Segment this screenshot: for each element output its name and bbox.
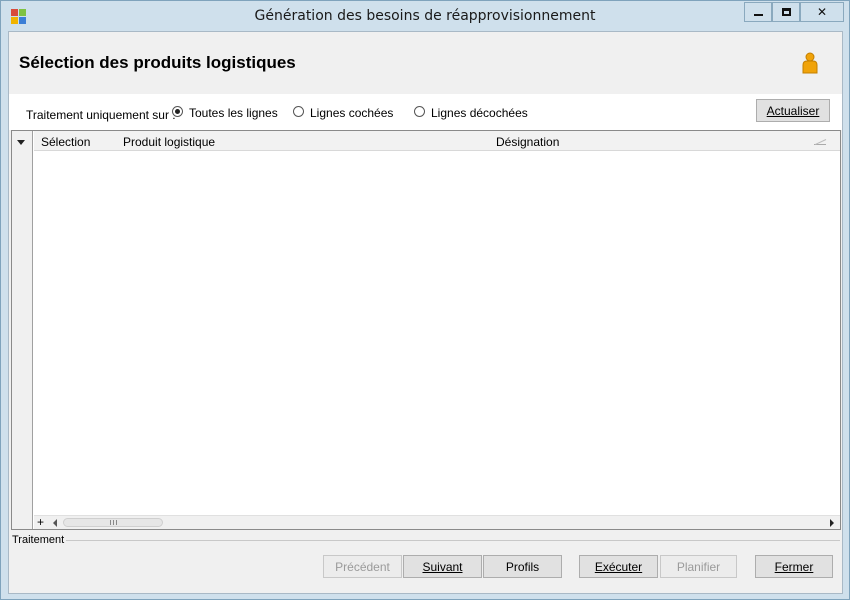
radio-unchecked-lines[interactable]: Lignes décochées [414,105,528,120]
next-label: Suivant [422,559,463,574]
radio-label: Toutes les lignes [189,106,278,120]
minimize-button[interactable] [744,2,772,22]
filter-label: Traitement uniquement sur : [26,108,176,122]
previous-label: Précédent [335,559,390,574]
column-chooser-icon[interactable] [17,140,25,145]
close-icon: ✕ [816,5,828,19]
user-icon[interactable] [801,52,819,74]
execute-label: Exécuter [594,559,643,574]
radio-label: Lignes décochées [431,106,528,120]
close-window-button[interactable]: ✕ [800,2,844,22]
profiles-label: Profils [505,559,540,574]
close-button[interactable]: Fermer [755,555,833,578]
page-title: Sélection des produits logistiques [19,53,296,72]
title-bar[interactable]: Génération des besoins de réapprovisionn… [1,1,849,31]
page-header: Sélection des produits logistiques [9,32,842,94]
scroll-left-icon[interactable] [53,519,57,527]
app-window: Génération des besoins de réapprovisionn… [0,0,850,600]
close-label: Fermer [774,559,814,574]
schedule-button[interactable]: Planifier [660,555,737,578]
refresh-button[interactable]: Actualiser [756,99,830,122]
maximize-icon [781,8,791,16]
processing-label: Traitement [12,534,65,546]
scrollbar-thumb[interactable] [63,518,163,527]
radio-all-lines[interactable]: Toutes les lignes [172,105,278,120]
grid-row-header[interactable] [12,131,33,529]
processing-group: Traitement Précédent Suivant Profils Exé… [9,532,842,594]
radio-unchecked-icon [293,105,304,117]
dialog-body: Sélection des produits logistiques Trait… [8,31,843,594]
scroll-right-icon[interactable] [830,519,834,527]
window-title: Génération des besoins de réapprovisionn… [254,8,596,24]
column-header-selection[interactable]: Sélection [41,135,90,149]
sort-indicator-icon [814,139,826,145]
grid-header: Sélection Produit logistique Désignation [34,131,840,151]
radio-checked-lines[interactable]: Lignes cochées [293,105,394,120]
group-divider [66,540,840,541]
products-grid[interactable]: Sélection Produit logistique Désignation… [11,130,841,530]
maximize-button[interactable] [772,2,800,22]
horizontal-scrollbar[interactable]: + [34,515,840,529]
radio-unchecked-icon [414,105,425,117]
radio-label: Lignes cochées [310,106,394,120]
execute-button[interactable]: Exécuter [579,555,658,578]
column-header-designation[interactable]: Désignation [496,135,559,149]
schedule-label: Planifier [676,559,721,574]
column-header-product[interactable]: Produit logistique [123,135,215,149]
minimize-icon [753,14,763,16]
previous-button[interactable]: Précédent [323,555,402,578]
radio-checked-icon [172,105,183,117]
add-row-icon[interactable]: + [37,515,44,529]
filter-bar: Traitement uniquement sur : Toutes les l… [9,94,842,130]
refresh-label: Actualiser [766,103,820,118]
next-button[interactable]: Suivant [403,555,482,578]
profiles-button[interactable]: Profils [483,555,562,578]
